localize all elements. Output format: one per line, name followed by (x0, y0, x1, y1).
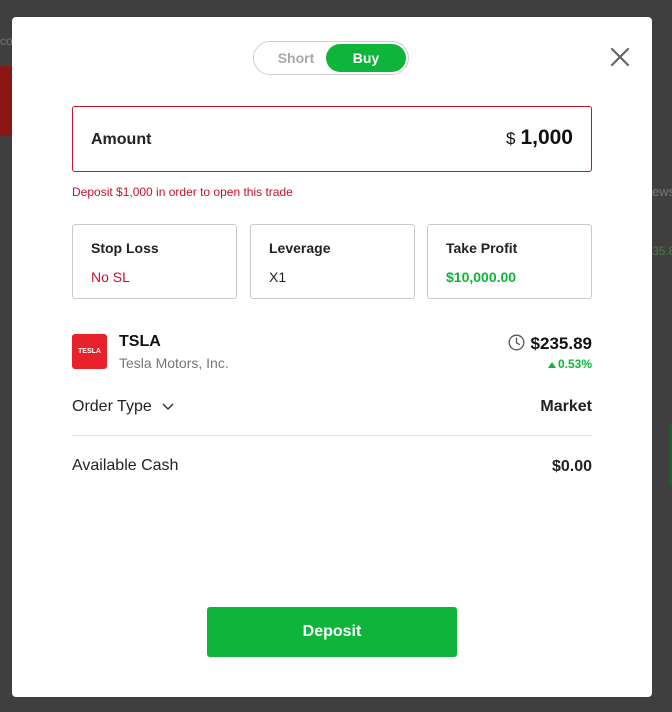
buy-option[interactable]: Buy (326, 44, 406, 72)
order-type-value: Market (540, 398, 592, 415)
background-text-price: 35.8 (652, 244, 672, 258)
chevron-down-icon (162, 403, 174, 410)
deposit-warning: Deposit $1,000 in order to open this tra… (72, 185, 293, 199)
caret-up-icon (547, 361, 556, 368)
take-profit-field[interactable]: Take Profit $10,000.00 (427, 224, 592, 299)
leverage-value: X1 (269, 269, 287, 285)
clock-icon (508, 334, 525, 351)
company-name: Tesla Motors, Inc. (119, 355, 229, 371)
leverage-label: Leverage (269, 240, 331, 256)
order-type-label: Order Type (72, 398, 152, 415)
amount-input[interactable]: Amount $1,000 (72, 106, 592, 172)
background-text-left: co (0, 34, 13, 48)
background-text-news: ews (652, 184, 672, 199)
available-cash-label: Available Cash (72, 457, 179, 474)
currency-symbol: $ (505, 129, 516, 148)
order-type-dropdown[interactable]: Order Type (72, 398, 174, 416)
stock-price: $235.89 (530, 334, 592, 353)
deposit-button[interactable]: Deposit (207, 607, 457, 657)
close-icon[interactable] (608, 45, 632, 69)
ticker-symbol: TSLA (119, 333, 161, 350)
price-change: 0.53% (547, 357, 592, 371)
take-profit-value: $10,000.00 (446, 269, 517, 285)
amount-number: 1,000 (520, 126, 573, 149)
price-change-value: 0.53% (557, 357, 592, 371)
direction-toggle[interactable]: Short Buy (253, 41, 409, 75)
stop-loss-field[interactable]: Stop Loss No SL (72, 224, 237, 299)
leverage-field[interactable]: Leverage X1 (250, 224, 415, 299)
divider (72, 435, 592, 436)
short-option[interactable]: Short (256, 44, 336, 72)
trade-modal: Short Buy Amount $1,000 Deposit $1,000 i… (12, 17, 652, 697)
stop-loss-value: No SL (91, 269, 130, 285)
stop-loss-label: Stop Loss (91, 240, 159, 256)
amount-label: Amount (91, 131, 152, 148)
take-profit-label: Take Profit (446, 240, 518, 256)
background-red-banner (0, 66, 12, 136)
amount-value[interactable]: $1,000 (506, 126, 573, 150)
tesla-logo: TESLA (72, 334, 107, 369)
available-cash-value: $0.00 (551, 458, 592, 475)
